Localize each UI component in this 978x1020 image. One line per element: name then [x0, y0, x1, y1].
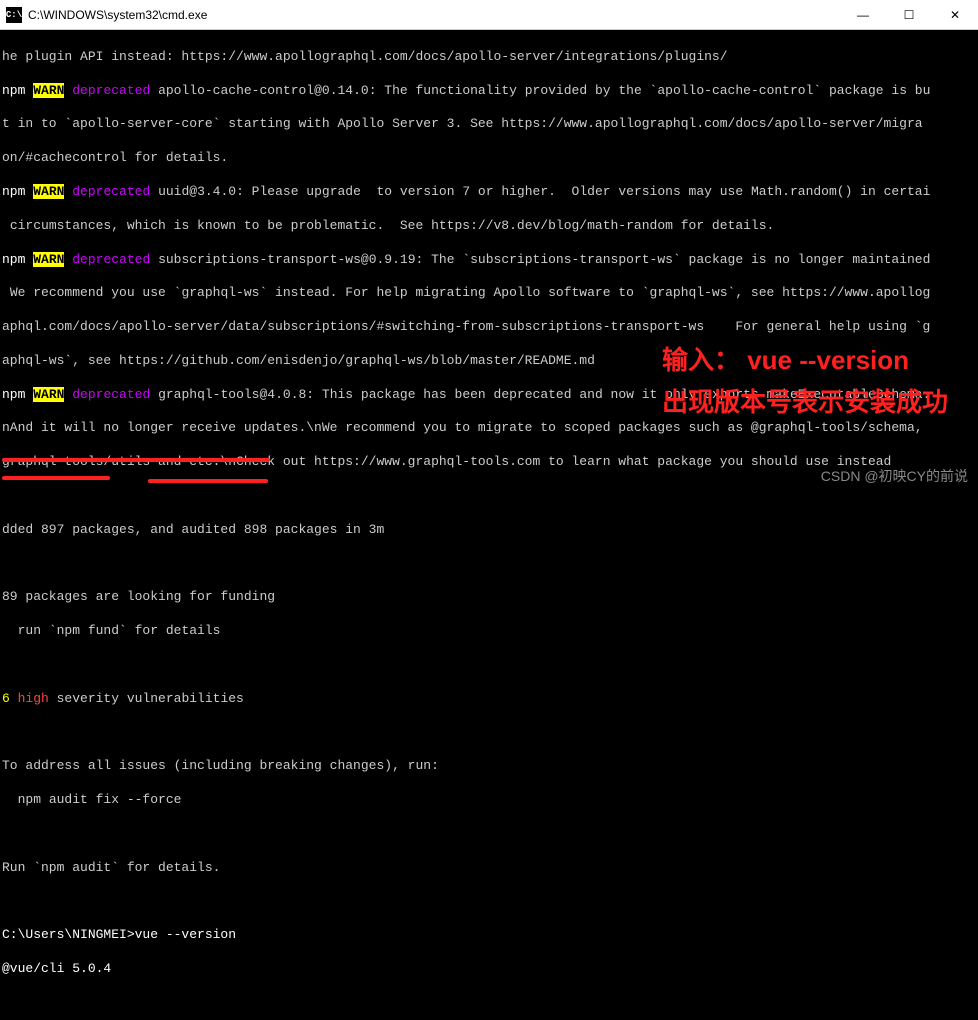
terminal-output[interactable]: he plugin API instead: https://www.apoll…	[0, 30, 978, 1020]
output-line	[0, 488, 978, 505]
output-line: run `npm fund` for details	[0, 623, 978, 640]
output-text: uuid@3.4.0: Please upgrade to version 7 …	[150, 184, 930, 199]
output-line	[0, 893, 978, 910]
version-output: @vue/cli 5.0.4	[0, 961, 978, 978]
warn-badge: WARN	[33, 252, 64, 267]
minimize-button[interactable]: —	[840, 0, 886, 30]
deprecated-label: deprecated	[72, 252, 150, 267]
npm-label: npm	[2, 83, 25, 98]
output-line	[0, 657, 978, 674]
output-line: aphql.com/docs/apollo-server/data/subscr…	[0, 319, 978, 336]
underline-annotation	[148, 479, 268, 483]
window-controls: — ☐ ✕	[840, 0, 978, 30]
output-line: npm WARN deprecated uuid@3.4.0: Please u…	[0, 184, 978, 201]
window-titlebar: C:\ C:\WINDOWS\system32\cmd.exe — ☐ ✕	[0, 0, 978, 30]
deprecated-label: deprecated	[72, 387, 150, 402]
output-line: 89 packages are looking for funding	[0, 589, 978, 606]
deprecated-label: deprecated	[72, 184, 150, 199]
warn-badge: WARN	[33, 83, 64, 98]
output-line: circumstances, which is known to be prob…	[0, 218, 978, 235]
npm-label: npm	[2, 252, 25, 267]
annotation-line-2: 出现版本号表示安装成功	[662, 382, 948, 424]
underline-annotation	[2, 458, 270, 462]
output-line: he plugin API instead: https://www.apoll…	[0, 49, 978, 66]
output-line: on/#cachecontrol for details.	[0, 150, 978, 167]
output-line: To address all issues (including breakin…	[0, 758, 978, 775]
output-line	[0, 995, 978, 1012]
output-line: Run `npm audit` for details.	[0, 860, 978, 877]
warn-badge: WARN	[33, 184, 64, 199]
output-line: npm audit fix --force	[0, 792, 978, 809]
prompt-command: C:\Users\NINGMEI>vue --version	[0, 927, 978, 944]
deprecated-label: deprecated	[72, 83, 150, 98]
output-line: npm WARN deprecated subscriptions-transp…	[0, 252, 978, 269]
output-text: apollo-cache-control@0.14.0: The functio…	[150, 83, 930, 98]
output-text: subscriptions-transport-ws@0.9.19: The `…	[150, 252, 930, 267]
npm-label: npm	[2, 387, 25, 402]
annotation-line-1: 输入： vue --version	[662, 340, 948, 382]
warn-badge: WARN	[33, 387, 64, 402]
window-title: C:\WINDOWS\system32\cmd.exe	[28, 8, 207, 22]
output-line	[0, 725, 978, 742]
watermark-text: CSDN @初映CY的前说	[821, 466, 968, 486]
output-line: We recommend you use `graphql-ws` instea…	[0, 285, 978, 302]
output-text: severity vulnerabilities	[49, 691, 244, 706]
output-line: dded 897 packages, and audited 898 packa…	[0, 522, 978, 539]
titlebar-left: C:\ C:\WINDOWS\system32\cmd.exe	[0, 7, 207, 23]
annotation-overlay: 输入： vue --version 出现版本号表示安装成功	[662, 340, 948, 423]
npm-label: npm	[2, 184, 25, 199]
maximize-button[interactable]: ☐	[886, 0, 932, 30]
output-line	[0, 826, 978, 843]
vuln-count: 6	[2, 691, 10, 706]
severity-high: high	[10, 691, 49, 706]
output-line: 6 high severity vulnerabilities	[0, 691, 978, 708]
output-line	[0, 556, 978, 573]
close-button[interactable]: ✕	[932, 0, 978, 30]
cmd-icon: C:\	[6, 7, 22, 23]
underline-annotation	[2, 476, 110, 480]
output-line: npm WARN deprecated apollo-cache-control…	[0, 83, 978, 100]
output-line: t in to `apollo-server-core` starting wi…	[0, 116, 978, 133]
